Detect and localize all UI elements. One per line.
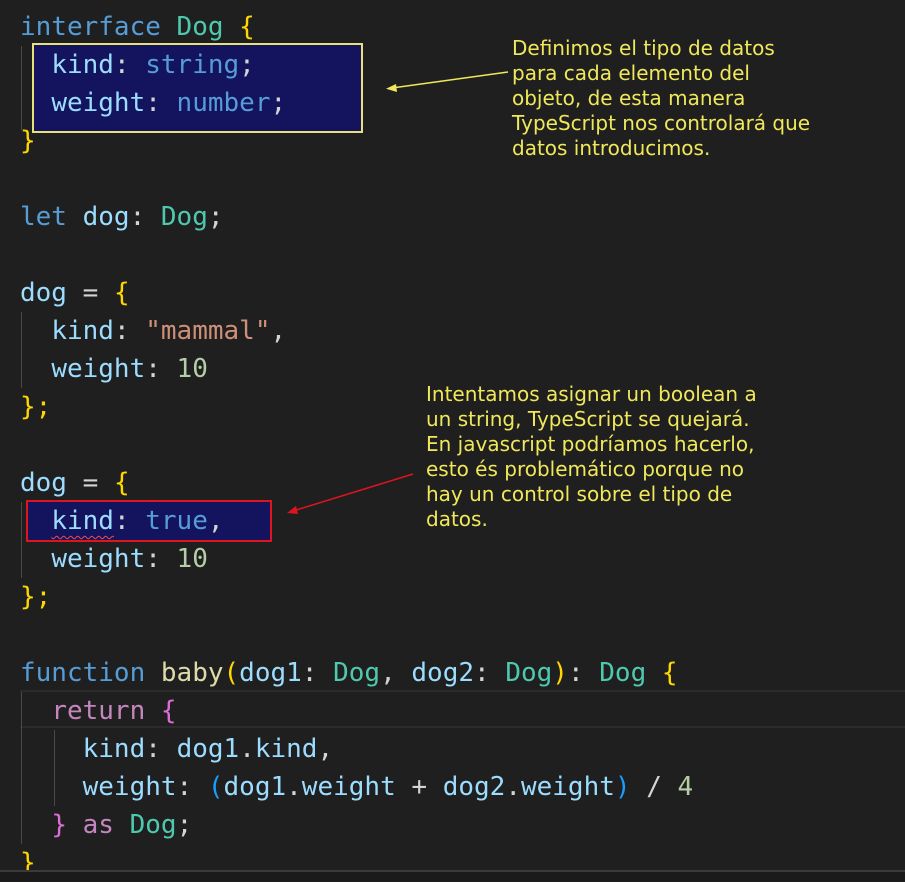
horizontal-scrollbar[interactable]: [0, 870, 905, 881]
yellow-arrow-head-icon: [386, 84, 397, 92]
yellow-arrow-line: [391, 71, 509, 89]
code-editor[interactable]: interface Dog { kind: string; weight: nu…: [0, 0, 905, 881]
annotation-arrows: [287, 71, 509, 514]
red-arrow-line: [292, 473, 414, 512]
red-arrow-head-icon: [287, 506, 298, 514]
